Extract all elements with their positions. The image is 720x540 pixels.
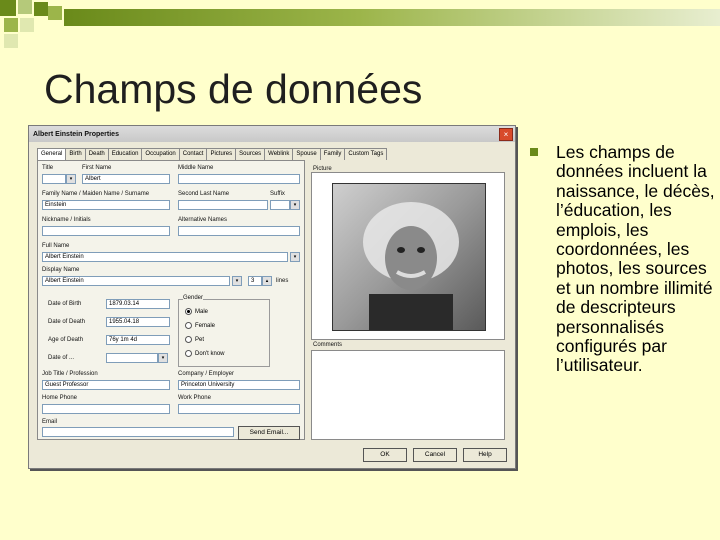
decor-square [20, 18, 34, 32]
family-name-label: Family Name / Maiden Name / Surname [42, 191, 150, 197]
lines-stepper[interactable]: ▴ [262, 276, 272, 286]
decor-square [4, 18, 18, 32]
lines-label: lines [276, 278, 289, 284]
alt-names-field[interactable] [178, 226, 300, 236]
gender-dont-know-radio[interactable]: Don't know [185, 350, 225, 357]
tab-contact[interactable]: Contact [178, 148, 208, 160]
decor-square [18, 0, 32, 14]
suffix-label: Suffix [270, 191, 285, 197]
decor-square [48, 6, 62, 20]
tab-birth[interactable]: Birth [65, 148, 86, 160]
first-name-label: First Name [82, 165, 112, 171]
suffix-select[interactable] [270, 200, 290, 210]
decor-bar [64, 9, 720, 26]
family-name-field[interactable]: Einstein [42, 200, 170, 210]
tab-bar: General Birth Death Education Occupation… [37, 148, 388, 160]
cancel-button[interactable]: Cancel [413, 448, 457, 462]
age-field[interactable]: 76y 1m 4d [106, 335, 170, 345]
dob2-select[interactable] [106, 353, 158, 363]
portrait-photo[interactable] [332, 183, 486, 331]
work-phone-field[interactable] [178, 404, 300, 414]
bullet-marker [530, 148, 538, 156]
email-label: Email [42, 419, 58, 425]
age-label: Age of Death [48, 337, 84, 343]
lines-field[interactable]: 3 [248, 276, 262, 286]
picture-frame [311, 172, 505, 340]
gender-male-radio[interactable]: Male [185, 308, 208, 315]
home-phone-field[interactable] [42, 404, 170, 414]
suffix-dropdown[interactable]: ▾ [290, 200, 300, 210]
ok-button[interactable]: OK [363, 448, 407, 462]
dob2-dropdown[interactable]: ▾ [158, 353, 168, 363]
tab-education[interactable]: Education [107, 148, 143, 160]
dod-label: Date of Death [48, 319, 86, 325]
title-dropdown[interactable]: ▾ [66, 174, 76, 184]
send-email-button[interactable]: Send Email... [238, 426, 300, 440]
job-field[interactable]: Guest Professor [42, 380, 170, 390]
decor-square [0, 0, 16, 16]
tab-custom-tags[interactable]: Custom Tags [344, 148, 388, 160]
gender-label: Gender [183, 295, 204, 301]
tab-weblink[interactable]: Weblink [264, 148, 294, 160]
home-phone-label: Home Phone [42, 395, 78, 401]
tab-pictures[interactable]: Pictures [206, 148, 237, 160]
job-label: Job Title / Profession [42, 371, 98, 377]
general-panel: Title ▾ First Name Albert Middle Name Fa… [37, 160, 305, 440]
title-label: Title [42, 165, 54, 171]
gender-female-radio[interactable]: Female [185, 322, 215, 329]
second-last-name-field[interactable] [178, 200, 268, 210]
tab-sources[interactable]: Sources [235, 148, 266, 160]
decor-square [4, 34, 18, 48]
full-name-dropdown[interactable]: ▾ [290, 252, 300, 262]
middle-name-label: Middle Name [178, 165, 214, 171]
gender-group: Gender Male Female Pet Don't know [178, 295, 270, 367]
decor-square [34, 2, 48, 16]
tab-death[interactable]: Death [84, 148, 109, 160]
alt-names-label: Alternative Names [178, 217, 228, 223]
tab-occupation[interactable]: Occupation [141, 148, 180, 160]
nickname-label: Nickname / Initials [42, 217, 91, 223]
close-button[interactable]: × [499, 128, 513, 141]
display-name-dropdown[interactable]: ▾ [232, 276, 242, 286]
full-name-label: Full Name [42, 243, 70, 249]
help-button[interactable]: Help [463, 448, 507, 462]
dob-label: Date of Birth [48, 301, 82, 307]
first-name-field[interactable]: Albert [82, 174, 170, 184]
gender-pet-radio[interactable]: Pet [185, 336, 204, 343]
dod-field[interactable]: 1955.04.18 [106, 317, 170, 327]
dialog-title: Albert Einstein Properties [33, 130, 119, 138]
slide-body-text: Les champs de données incluent la naissa… [556, 142, 715, 376]
title-select[interactable] [42, 174, 66, 184]
display-name-label: Display Name [42, 267, 80, 273]
company-field[interactable]: Princeton University [178, 380, 300, 390]
slide-title: Champs de données [44, 66, 423, 112]
email-field[interactable] [42, 427, 234, 437]
work-phone-label: Work Phone [178, 395, 211, 401]
second-last-name-label: Second Last Name [178, 191, 230, 197]
display-name-field[interactable]: Albert Einstein [42, 276, 230, 286]
portrait-image [363, 202, 459, 330]
full-name-field[interactable]: Albert Einstein [42, 252, 288, 262]
middle-name-field[interactable] [178, 174, 300, 184]
company-label: Company / Employer [178, 371, 235, 377]
properties-dialog: Albert Einstein Properties × General Bir… [28, 125, 516, 469]
dialog-titlebar: Albert Einstein Properties [29, 126, 515, 142]
dob2-label: Date of ... [48, 355, 75, 361]
tab-general[interactable]: General [37, 148, 67, 160]
tab-family[interactable]: Family [319, 148, 346, 160]
nickname-field[interactable] [42, 226, 170, 236]
dob-field[interactable]: 1879.03.14 [106, 299, 170, 309]
tab-spouse[interactable]: Spouse [292, 148, 321, 160]
comments-label: Comments [313, 342, 343, 348]
comments-field[interactable] [311, 350, 505, 440]
